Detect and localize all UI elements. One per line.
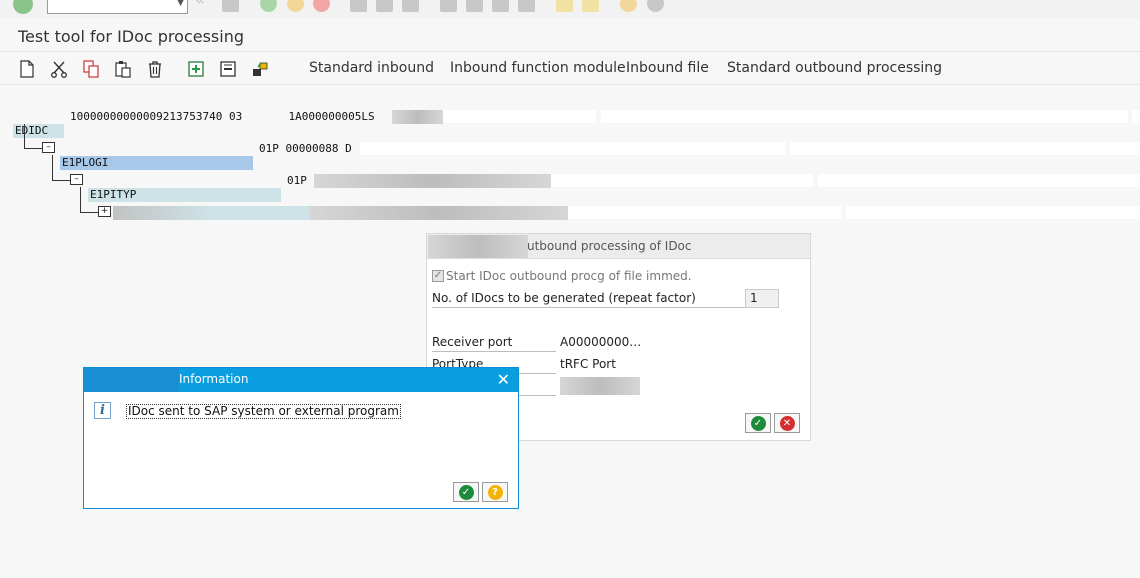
close-icon: ✕ bbox=[779, 415, 795, 431]
tree-row-e1pityp[interactable]: E1PITYP bbox=[88, 174, 281, 202]
tree-connector bbox=[24, 148, 42, 149]
popup-header-accent bbox=[84, 368, 179, 392]
outbound-cancel-button[interactable]: ✕ bbox=[774, 413, 800, 433]
checkmark-icon: ✓ bbox=[458, 484, 474, 500]
transfer-icon[interactable] bbox=[250, 59, 270, 79]
receiver-port-value: A00000000… bbox=[560, 335, 642, 349]
popup-header: Information ✕ bbox=[84, 368, 518, 392]
next-page-icon bbox=[492, 0, 509, 12]
popup-ok-button[interactable]: ✓ bbox=[453, 482, 479, 502]
print-icon bbox=[350, 0, 367, 12]
exit-icon bbox=[287, 0, 304, 12]
tree-field bbox=[568, 206, 841, 219]
tree-connector bbox=[80, 212, 98, 213]
e1pityp-value: 01P bbox=[287, 174, 307, 187]
repeat-factor-input[interactable]: 1 bbox=[745, 289, 779, 308]
e1plogi-value: 01P 00000088 D bbox=[259, 142, 352, 155]
redacted-value bbox=[392, 110, 443, 124]
port-type-value: tRFC Port bbox=[560, 357, 616, 371]
information-icon: i bbox=[94, 402, 111, 419]
command-field[interactable]: ▼ bbox=[47, 0, 188, 15]
redacted-value bbox=[560, 377, 640, 395]
back-icon bbox=[260, 0, 277, 12]
inbound-file-button[interactable]: Inbound file bbox=[626, 60, 709, 76]
segment-label-edidc[interactable]: EDIDC bbox=[13, 124, 64, 138]
first-page-icon bbox=[440, 0, 457, 12]
insert-segment-icon[interactable] bbox=[186, 59, 206, 79]
tree-field bbox=[551, 174, 813, 187]
chevron-down-icon[interactable]: ▼ bbox=[177, 0, 184, 8]
repeat-factor-label: No. of IDocs to be generated (repeat fac… bbox=[432, 291, 696, 305]
gear-icon bbox=[647, 0, 664, 12]
title-bar: Test tool for IDoc processing bbox=[0, 20, 1140, 52]
application-toolbar: Standard inbound Inbound function module… bbox=[0, 53, 1140, 85]
start-immediately-checkbox[interactable]: ✓ bbox=[432, 270, 444, 282]
system-toolbar: ▼ « bbox=[0, 0, 1140, 18]
popup-title: Information bbox=[179, 372, 249, 386]
field-underline bbox=[432, 351, 556, 352]
previous-page-icon bbox=[466, 0, 483, 12]
segment-label-e1pityp[interactable]: E1PITYP bbox=[88, 188, 281, 202]
tree-row-e1plogi[interactable]: E1PLOGI bbox=[60, 142, 253, 170]
redacted-value bbox=[314, 174, 551, 188]
tree-connector bbox=[80, 187, 81, 212]
copy-icon[interactable] bbox=[81, 59, 101, 79]
find-icon bbox=[376, 0, 393, 12]
folder-open-icon[interactable]: – bbox=[70, 174, 83, 185]
delete-icon[interactable] bbox=[145, 59, 165, 79]
inbound-function-module-button[interactable]: Inbound function module bbox=[450, 60, 626, 76]
redacted-title bbox=[428, 235, 528, 258]
help-icon bbox=[620, 0, 637, 12]
tree-row-edidc[interactable]: EDIDC bbox=[13, 110, 64, 138]
folder-closed-icon[interactable]: + bbox=[98, 206, 111, 217]
tree-field bbox=[818, 174, 1140, 187]
close-icon[interactable]: ✕ bbox=[497, 370, 510, 389]
redacted-segment-label[interactable] bbox=[113, 206, 309, 220]
standard-outbound-processing-button[interactable]: Standard outbound processing bbox=[727, 60, 942, 76]
shortcut-icon bbox=[582, 0, 599, 12]
segment-label-e1plogi[interactable]: E1PLOGI bbox=[60, 156, 253, 170]
field-underline bbox=[432, 307, 745, 308]
command-input[interactable] bbox=[48, 0, 166, 15]
outbound-ok-button[interactable]: ✓ bbox=[745, 413, 771, 433]
dialog-title: utbound processing of IDoc bbox=[527, 239, 692, 253]
popup-help-button[interactable]: ? bbox=[482, 482, 508, 502]
popup-message: IDoc sent to SAP system or external prog… bbox=[126, 404, 401, 419]
paste-icon[interactable] bbox=[113, 59, 133, 79]
create-session-icon bbox=[556, 0, 573, 12]
sap-gui-window: ▼ « Test tool for IDoc processing bbox=[0, 0, 1140, 578]
standard-inbound-button[interactable]: Standard inbound bbox=[309, 60, 434, 76]
dialog-header: utbound processing of IDoc bbox=[427, 234, 810, 259]
tree-connector bbox=[52, 180, 70, 181]
tree-connector bbox=[52, 155, 53, 180]
tree-field bbox=[601, 110, 1128, 123]
redacted-value bbox=[309, 206, 568, 220]
enter-icon[interactable] bbox=[13, 0, 33, 14]
cut-icon[interactable] bbox=[49, 59, 69, 79]
tree-field bbox=[441, 110, 596, 123]
save-icon bbox=[222, 0, 239, 12]
receiver-port-label: Receiver port bbox=[432, 335, 513, 349]
start-immediately-label: Start IDoc outbound procg of file immed. bbox=[446, 269, 692, 283]
folder-open-icon[interactable]: – bbox=[42, 142, 55, 153]
find-next-icon bbox=[402, 0, 419, 12]
checkmark-icon: ✓ bbox=[750, 415, 766, 431]
tree-field bbox=[790, 142, 1140, 155]
new-document-icon[interactable] bbox=[17, 59, 37, 79]
tree-field bbox=[846, 206, 1140, 219]
remove-segment-icon[interactable] bbox=[218, 59, 238, 79]
tree-field bbox=[360, 142, 785, 155]
tree-field bbox=[1132, 110, 1140, 123]
double-chevron-left-icon: « bbox=[195, 0, 212, 12]
last-page-icon bbox=[518, 0, 535, 12]
help-icon: ? bbox=[487, 484, 503, 500]
information-popup: Information ✕ i IDoc sent to SAP system … bbox=[83, 367, 519, 509]
cancel-icon bbox=[313, 0, 330, 12]
edidc-value: 10000000000009213753740 03 1A000000005LS bbox=[70, 110, 375, 123]
page-title: Test tool for IDoc processing bbox=[18, 27, 244, 46]
tree-connector bbox=[24, 124, 25, 148]
